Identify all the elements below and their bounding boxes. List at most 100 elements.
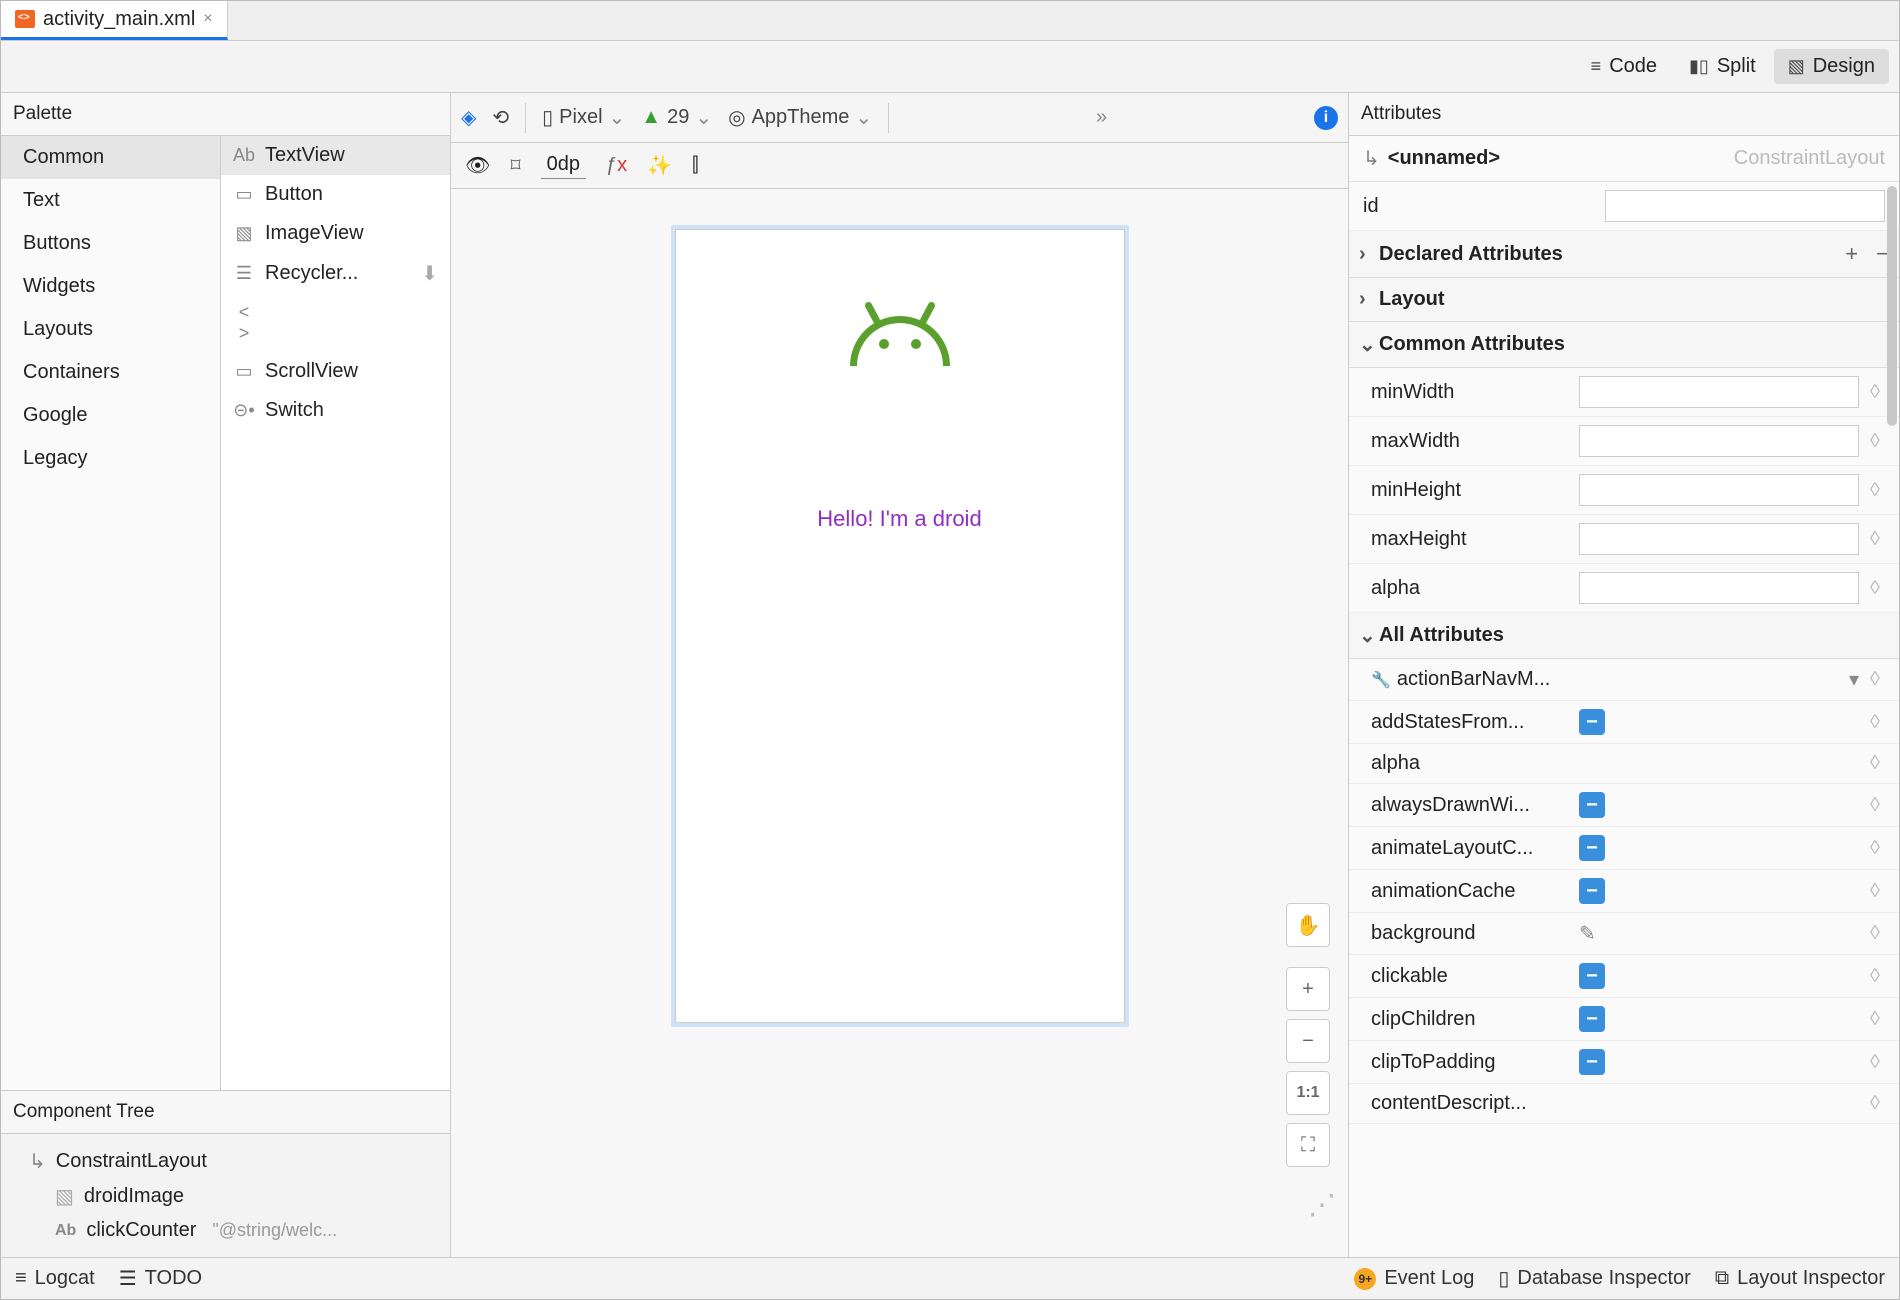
palette-category-buttons[interactable]: Buttons	[1, 222, 220, 265]
orientation-button[interactable]: ⟲	[492, 105, 509, 130]
all-attributes-section[interactable]: ⌄ All Attributes	[1349, 613, 1899, 659]
bool-toggle[interactable]: −	[1579, 792, 1605, 818]
palette-category-legacy[interactable]: Legacy	[1, 437, 220, 480]
palette-header: Palette	[1, 93, 450, 136]
design-surface[interactable]: Hello! I'm a droid ✋ + − 1:1 ⛶ ⋰	[451, 189, 1348, 1257]
component-tree-body: ↳ ConstraintLayout ▧ droidImage Ab click…	[1, 1134, 450, 1257]
default-margin[interactable]: 0dp	[541, 153, 586, 179]
view-code-button[interactable]: ≡ Code	[1577, 49, 1671, 84]
tab-activity-main[interactable]: activity_main.xml ×	[1, 1, 228, 40]
palette-category-text[interactable]: Text	[1, 179, 220, 222]
logcat-button[interactable]: ≡Logcat	[15, 1267, 95, 1290]
flag-icon[interactable]: ◊	[1865, 794, 1885, 817]
layout-inspector-button[interactable]: ⧉Layout Inspector	[1715, 1267, 1885, 1290]
event-log-button[interactable]: 9+Event Log	[1354, 1267, 1474, 1290]
tree-droid-image[interactable]: ▧ droidImage	[9, 1179, 442, 1214]
selected-type: ConstraintLayout	[1734, 147, 1885, 170]
editor-tabs: activity_main.xml ×	[1, 1, 1899, 41]
flag-icon[interactable]: ◊	[1865, 922, 1885, 945]
palette-category-containers[interactable]: Containers	[1, 351, 220, 394]
theme-picker[interactable]: ◎ AppTheme ⌄	[728, 105, 872, 130]
flag-icon[interactable]: ◊	[1865, 1051, 1885, 1074]
bool-toggle[interactable]: −	[1579, 963, 1605, 989]
palette-item[interactable]: ⊝•Switch	[221, 391, 450, 430]
tree-root[interactable]: ↳ ConstraintLayout	[9, 1144, 442, 1179]
attr-input[interactable]	[1579, 572, 1859, 604]
flag-icon[interactable]: ◊	[1865, 837, 1885, 860]
droid-image-preview[interactable]	[845, 316, 955, 386]
main-body: Palette CommonTextButtonsWidgetsLayoutsC…	[1, 93, 1899, 1257]
palette-item[interactable]: ▭ScrollView	[221, 352, 450, 391]
attr-input[interactable]	[1579, 523, 1859, 555]
zoom-fit-button[interactable]: ⛶	[1286, 1123, 1330, 1167]
attributes-scroll[interactable]: id › Declared Attributes +− › Layout ⌄ C…	[1349, 182, 1899, 1257]
declared-attributes-section[interactable]: › Declared Attributes +−	[1349, 231, 1899, 278]
view-split-button[interactable]: ▮▯ Split	[1675, 49, 1770, 84]
flag-icon[interactable]: ◊	[1865, 752, 1885, 775]
bool-toggle[interactable]: −	[1579, 709, 1605, 735]
zoom-in-button[interactable]: +	[1286, 967, 1330, 1011]
close-icon[interactable]: ×	[203, 10, 212, 28]
palette-category-google[interactable]: Google	[1, 394, 220, 437]
resize-grip-icon[interactable]: ⋰	[1308, 1188, 1336, 1221]
download-icon[interactable]: ⬇	[421, 261, 438, 286]
color-picker-icon[interactable]: ✎	[1579, 921, 1596, 946]
flag-icon[interactable]: ◊	[1865, 528, 1885, 551]
flag-icon[interactable]: ◊	[1865, 1008, 1885, 1031]
flag-icon[interactable]: ◊	[1865, 479, 1885, 502]
visibility-icon[interactable]: 👁	[465, 153, 490, 178]
device-picker[interactable]: ▯ Pixel ⌄	[542, 105, 625, 130]
palette-category-widgets[interactable]: Widgets	[1, 265, 220, 308]
add-attribute-button[interactable]: +	[1845, 241, 1858, 267]
flag-icon[interactable]: ◊	[1865, 668, 1885, 691]
bool-toggle[interactable]: −	[1579, 878, 1605, 904]
bool-toggle[interactable]: −	[1579, 835, 1605, 861]
flag-icon[interactable]: ◊	[1865, 430, 1885, 453]
attr-input[interactable]	[1579, 474, 1859, 506]
bool-toggle[interactable]: −	[1579, 1006, 1605, 1032]
hello-text-preview[interactable]: Hello! I'm a droid	[676, 506, 1124, 532]
palette-item[interactable]: AbTextView	[221, 136, 450, 175]
attr-id-input[interactable]	[1605, 190, 1885, 222]
flag-icon[interactable]: ◊	[1865, 381, 1885, 404]
todo-button[interactable]: ☰TODO	[119, 1266, 202, 1291]
palette-item[interactable]: ▭Button	[221, 175, 450, 214]
guidelines-icon[interactable]: ⫿	[692, 154, 698, 177]
palette-category-common[interactable]: Common	[1, 136, 220, 179]
scrollbar-thumb[interactable]	[1887, 186, 1897, 426]
flag-icon[interactable]: ◊	[1865, 880, 1885, 903]
view-design-button[interactable]: ▧ Design	[1774, 49, 1889, 84]
palette-item[interactable]: < >	[221, 294, 450, 352]
flag-icon[interactable]: ◊	[1865, 711, 1885, 734]
magnet-icon[interactable]: ⌑	[510, 153, 520, 178]
api-picker[interactable]: ▲ 29 ⌄	[641, 105, 712, 130]
code-icon: ≡	[1591, 56, 1602, 77]
palette-item[interactable]: ▧ImageView	[221, 214, 450, 253]
flag-icon[interactable]: ◊	[1865, 965, 1885, 988]
flag-icon[interactable]: ◊	[1865, 1092, 1885, 1115]
logcat-icon: ≡	[15, 1267, 27, 1290]
attr-input[interactable]	[1579, 425, 1859, 457]
dropdown-toggle[interactable]: ▾	[1849, 667, 1859, 692]
pan-button[interactable]: ✋	[1286, 903, 1330, 947]
zoom-out-button[interactable]: −	[1286, 1019, 1330, 1063]
tree-click-counter[interactable]: Ab clickCounter "@string/welc...	[9, 1214, 442, 1247]
clear-constraints-icon[interactable]: ƒx	[606, 154, 627, 177]
layout-section[interactable]: › Layout	[1349, 278, 1899, 322]
device-preview[interactable]: Hello! I'm a droid	[675, 229, 1125, 1023]
app-root: activity_main.xml × ≡ Code ▮▯ Split ▧ De…	[0, 0, 1900, 1300]
surface-select-button[interactable]: ◈	[461, 105, 476, 130]
attr-input[interactable]	[1579, 376, 1859, 408]
zoom-reset-button[interactable]: 1:1	[1286, 1071, 1330, 1115]
palette-category-layouts[interactable]: Layouts	[1, 308, 220, 351]
bool-toggle[interactable]: −	[1579, 1049, 1605, 1075]
common-attributes-section[interactable]: ⌄ Common Attributes	[1349, 322, 1899, 368]
attr-row: clipChildren−◊	[1349, 998, 1899, 1041]
layout-inspector-icon: ⧉	[1715, 1267, 1729, 1290]
palette-item[interactable]: ☰Recycler...⬇	[221, 253, 450, 294]
database-inspector-button[interactable]: ▯Database Inspector	[1498, 1266, 1690, 1291]
overflow-icon[interactable]: »	[1096, 106, 1107, 129]
info-icon[interactable]: i	[1314, 106, 1338, 130]
flag-icon[interactable]: ◊	[1865, 577, 1885, 600]
infer-constraints-icon[interactable]: ✨	[647, 153, 672, 178]
